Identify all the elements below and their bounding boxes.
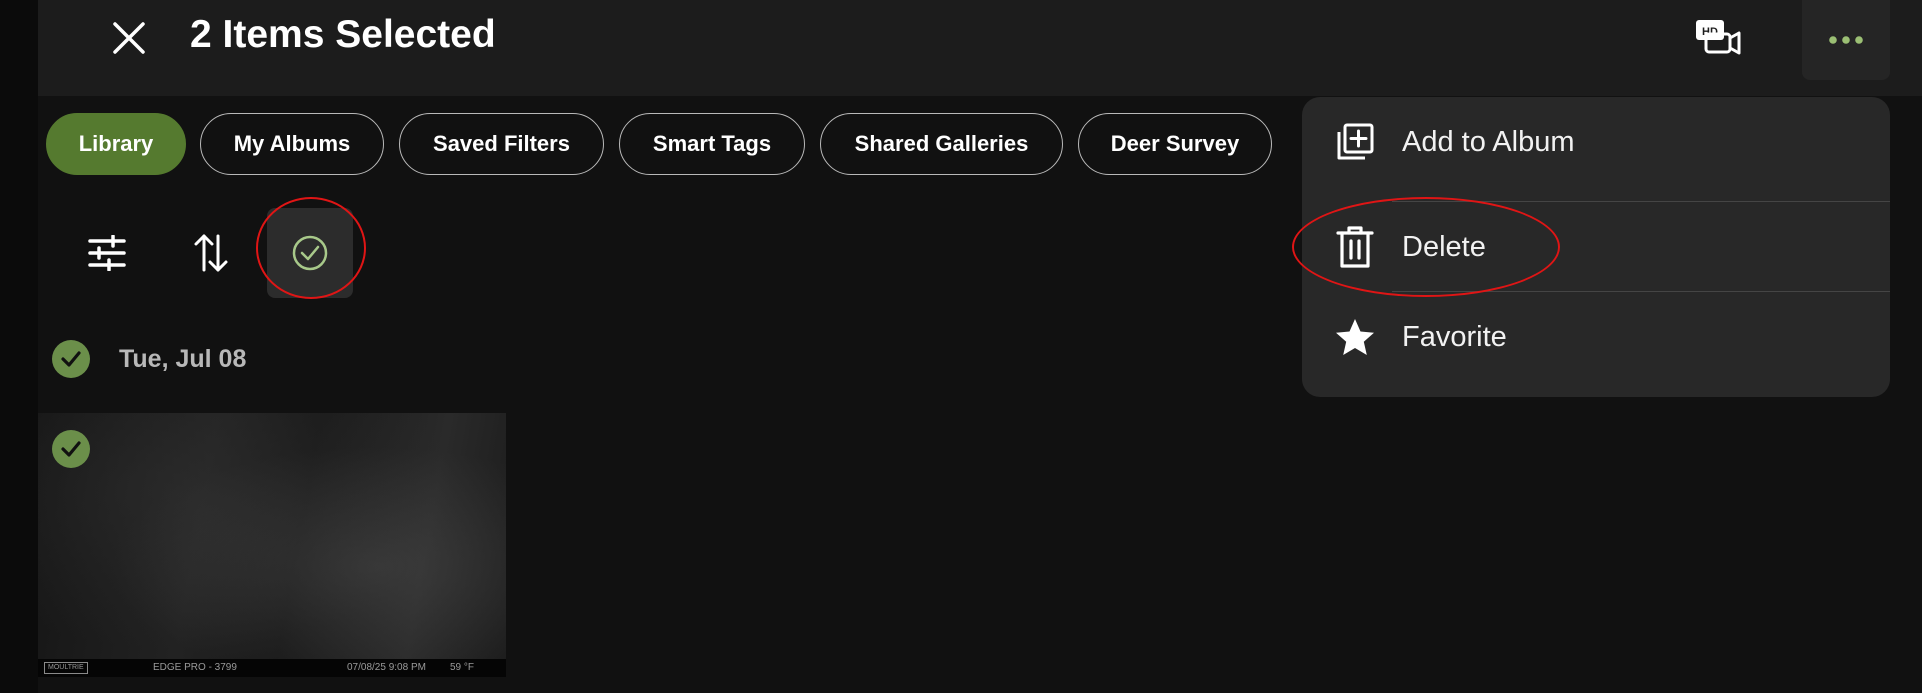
close-icon [113, 22, 145, 54]
menu-item-label: Delete [1402, 231, 1486, 263]
add-to-album-icon-wrap [1332, 119, 1378, 165]
sort-button[interactable] [170, 212, 252, 294]
menu-item-add-to-album[interactable]: Add to Album [1302, 97, 1890, 187]
check-icon [61, 351, 81, 367]
check-circle-icon [292, 235, 328, 271]
photo-select-checkbox[interactable] [52, 430, 90, 468]
star-icon-wrap [1332, 314, 1378, 360]
menu-item-favorite[interactable]: Favorite [1302, 292, 1890, 382]
chip-my-albums[interactable]: My Albums [200, 113, 384, 175]
page-title: 2 Items Selected [190, 13, 496, 56]
photo-thumbnail[interactable]: MOULTRIE EDGE PRO - 3799 07/08/25 9:08 P… [38, 413, 506, 677]
more-options-button[interactable] [1802, 0, 1890, 80]
sort-arrows-icon [194, 234, 228, 272]
chip-library[interactable]: Library [46, 113, 186, 175]
photo-info-strip: MOULTRIE EDGE PRO - 3799 07/08/25 9:08 P… [38, 659, 506, 677]
date-group-label: Tue, Jul 08 [119, 345, 247, 373]
left-rail [0, 0, 38, 693]
hd-video-icon: HD [1696, 20, 1741, 55]
date-group-checkbox[interactable] [52, 340, 90, 378]
hd-video-button[interactable]: HD [1680, 10, 1756, 62]
sliders-icon [88, 235, 126, 271]
star-icon [1336, 319, 1374, 355]
add-to-album-icon [1337, 123, 1374, 160]
select-mode-button[interactable] [267, 208, 353, 298]
camera-brand: MOULTRIE [44, 662, 88, 674]
temperature-reading: 59 °F [450, 662, 475, 673]
check-icon [61, 441, 81, 457]
more-options-menu: Add to Album Delete Favorite [1302, 97, 1890, 397]
photo-timestamp: 07/08/25 9:08 PM [347, 662, 426, 673]
menu-item-delete[interactable]: Delete [1302, 202, 1890, 292]
chip-deer-survey[interactable]: Deer Survey [1078, 113, 1272, 175]
trash-icon [1336, 226, 1374, 268]
more-horizontal-icon [1829, 36, 1863, 44]
close-selection-button[interactable] [95, 8, 163, 68]
chip-shared-galleries[interactable]: Shared Galleries [820, 113, 1063, 175]
camera-model: EDGE PRO - 3799 [153, 662, 237, 673]
menu-item-label: Add to Album [1402, 126, 1575, 158]
chip-saved-filters[interactable]: Saved Filters [399, 113, 604, 175]
trash-icon-wrap [1332, 224, 1378, 270]
chip-smart-tags[interactable]: Smart Tags [619, 113, 805, 175]
menu-item-label: Favorite [1402, 321, 1507, 353]
svg-text:HD: HD [1702, 26, 1718, 38]
filter-button[interactable] [66, 212, 148, 294]
